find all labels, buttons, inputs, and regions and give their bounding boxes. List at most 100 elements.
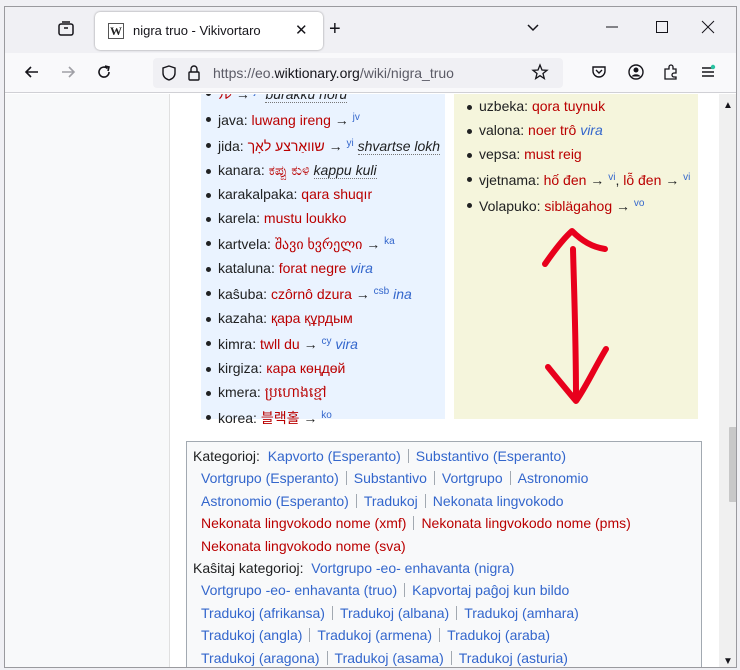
language-name: karela [218, 210, 257, 226]
translation-item: valona: noer trô vira [462, 118, 698, 142]
category-link[interactable]: Vortgrupo -eo- enhavanta (nigra) [311, 560, 514, 576]
page-sidebar [5, 94, 170, 667]
interwiki-link[interactable]: yi [346, 138, 353, 149]
category-link[interactable]: Tradukoj (afrikansa) [201, 605, 325, 621]
tracking-shield-icon[interactable] [161, 64, 177, 88]
category-link[interactable]: Substantivo (Esperanto) [416, 448, 566, 464]
back-icon[interactable] [23, 63, 41, 87]
gender-link[interactable]: vira [350, 260, 373, 276]
pocket-icon[interactable] [590, 63, 608, 87]
category-link[interactable]: Vortgrupo (Esperanto) [201, 470, 339, 486]
url-bar[interactable]: https://eo.wiktionary.org/wiki/nigra_tru… [153, 58, 563, 88]
category-separator [345, 471, 347, 486]
interwiki-link[interactable]: vo [634, 198, 645, 209]
category-link[interactable]: Kapvortaj paĝoj kun bildo [412, 582, 569, 598]
reload-icon[interactable] [95, 63, 113, 87]
interwiki-link[interactable]: vi [608, 172, 615, 183]
translations-list-right: uzbeka: qora tuynuk valona: noer trô vira… [454, 94, 698, 218]
category-line: Nekonata lingvokodo nome (sva) [193, 535, 695, 557]
new-tab-icon[interactable]: + [329, 19, 341, 39]
gender-link[interactable]: ina [393, 286, 412, 302]
translation-link[interactable]: forat negre [279, 260, 347, 276]
category-link[interactable]: Substantivo [354, 470, 427, 486]
category-link[interactable]: Nekonata lingvokodo nome (sva) [201, 538, 406, 554]
translation-link[interactable]: luwang ireng [251, 112, 330, 128]
category-link[interactable]: Nekonata lingvokodo [433, 493, 564, 509]
interwiki-link[interactable]: ko [321, 410, 332, 421]
category-link[interactable]: Vortgrupo -eo- enhavanta (truo) [201, 582, 397, 598]
gender-link[interactable]: vira [580, 122, 603, 138]
translation-link[interactable]: შავი ხვრელი [275, 236, 363, 252]
category-link[interactable]: Kapvorto (Esperanto) [268, 448, 401, 464]
list-tabs-icon[interactable] [525, 19, 541, 41]
close-window-icon[interactable] [701, 19, 715, 41]
minimize-icon[interactable] [605, 19, 619, 41]
scroll-down-icon[interactable]: ▼ [723, 652, 733, 667]
translation-link[interactable]: must reig [524, 146, 582, 162]
interwiki-link[interactable]: ja [254, 94, 262, 97]
url-text[interactable]: https://eo.wiktionary.org/wiki/nigra_tru… [213, 65, 454, 81]
translation-link[interactable]: қара құрдым [271, 310, 353, 326]
extensions-icon[interactable] [662, 63, 680, 87]
category-separator [424, 493, 426, 508]
maximize-icon[interactable] [655, 19, 669, 41]
translation-link[interactable]: noer trô [528, 122, 576, 138]
translation-link[interactable]: שוואַרצע לאָך [248, 138, 325, 154]
translation-link[interactable]: siblägahog [544, 198, 612, 214]
forward-icon[interactable] [59, 63, 77, 87]
category-link[interactable]: Tradukoj (araba) [447, 627, 550, 643]
translation-link[interactable]: ប្រហោងខ្មៅ [265, 384, 327, 400]
navigation-toolbar: https://eo.wiktionary.org/wiki/nigra_tru… [5, 53, 736, 93]
translation-item: uzbeka: qora tuynuk [462, 94, 698, 118]
language-name: kazaha [218, 310, 264, 326]
category-link[interactable]: Tradukoj [364, 493, 418, 509]
category-link[interactable]: Tradukoj (aragona) [201, 650, 320, 666]
interwiki-link[interactable]: csb [374, 286, 390, 297]
tab-overview-icon[interactable] [57, 20, 75, 44]
interwiki-link[interactable]: vi [683, 172, 690, 183]
gender-link[interactable]: vira [335, 336, 358, 352]
category-separator [407, 449, 409, 463]
account-icon[interactable] [627, 63, 645, 87]
translation-link[interactable]: twll du [260, 336, 300, 352]
vertical-scrollbar[interactable]: ▲ ▼ [719, 94, 736, 667]
translation-link[interactable]: hố đen [544, 172, 587, 188]
categories-label: Kategorioj: [193, 448, 260, 464]
translation-link[interactable]: ル [218, 94, 232, 102]
tab-active[interactable]: W nigra truo - Vikivortaro ✕ [95, 12, 323, 50]
translation-link[interactable]: qara shuqır [301, 186, 372, 202]
translation-link[interactable]: mustu loukko [264, 210, 346, 226]
tab-title: nigra truo - Vikivortaro [133, 23, 261, 38]
category-link[interactable]: Tradukoj (asturia) [459, 650, 568, 666]
interwiki-link[interactable]: ka [384, 236, 395, 247]
category-link[interactable]: Nekonata lingvokodo nome (xmf) [201, 515, 406, 531]
app-menu-icon[interactable] [699, 63, 717, 87]
translation-link[interactable]: 블랙홀 [261, 410, 300, 426]
scrollbar-thumb[interactable] [729, 427, 736, 502]
category-link[interactable]: Astronomio (Esperanto) [201, 493, 349, 509]
translation-link[interactable]: qora tuynuk [532, 98, 605, 114]
category-link[interactable]: Astronomio [518, 470, 589, 486]
category-link[interactable]: Tradukoj (albana) [340, 605, 449, 621]
tab-close-icon[interactable]: ✕ [295, 21, 308, 39]
translation-item: korea: 블랙홀 → ko [201, 404, 445, 430]
translation-link[interactable]: ಕಪ್ಪು ಕುಳಿ [269, 162, 310, 178]
scroll-up-icon[interactable]: ▲ [723, 96, 733, 116]
category-line: Vortgrupo -eo- enhavanta (truo) Kapvortaj… [193, 579, 695, 601]
translation-item: kazaha: қара құрдым [201, 306, 445, 330]
bookmark-star-icon[interactable] [531, 63, 549, 87]
category-link[interactable]: Tradukoj (asama) [335, 650, 444, 666]
interwiki-link[interactable]: jv [353, 112, 360, 123]
interwiki-link[interactable]: cy [321, 336, 331, 347]
category-link[interactable]: Nekonata lingvokodo nome (pms) [421, 515, 630, 531]
lock-icon[interactable] [187, 64, 201, 88]
category-link[interactable]: Tradukoj (angla) [201, 627, 302, 643]
translation-link[interactable]: кара көңдөй [266, 360, 345, 376]
translation-item: jida: שוואַרצע לאָך → yi shvartse lokh [201, 132, 445, 158]
translation-link[interactable]: lỗ đen [623, 172, 661, 188]
translation-link[interactable]: czôrnô dzura [271, 286, 352, 302]
category-link[interactable]: Tradukoj (armena) [317, 627, 432, 643]
category-link[interactable]: Vortgrupo [442, 470, 503, 486]
language-name: vjetnama [479, 172, 536, 188]
category-link[interactable]: Tradukoj (amhara) [464, 605, 579, 621]
